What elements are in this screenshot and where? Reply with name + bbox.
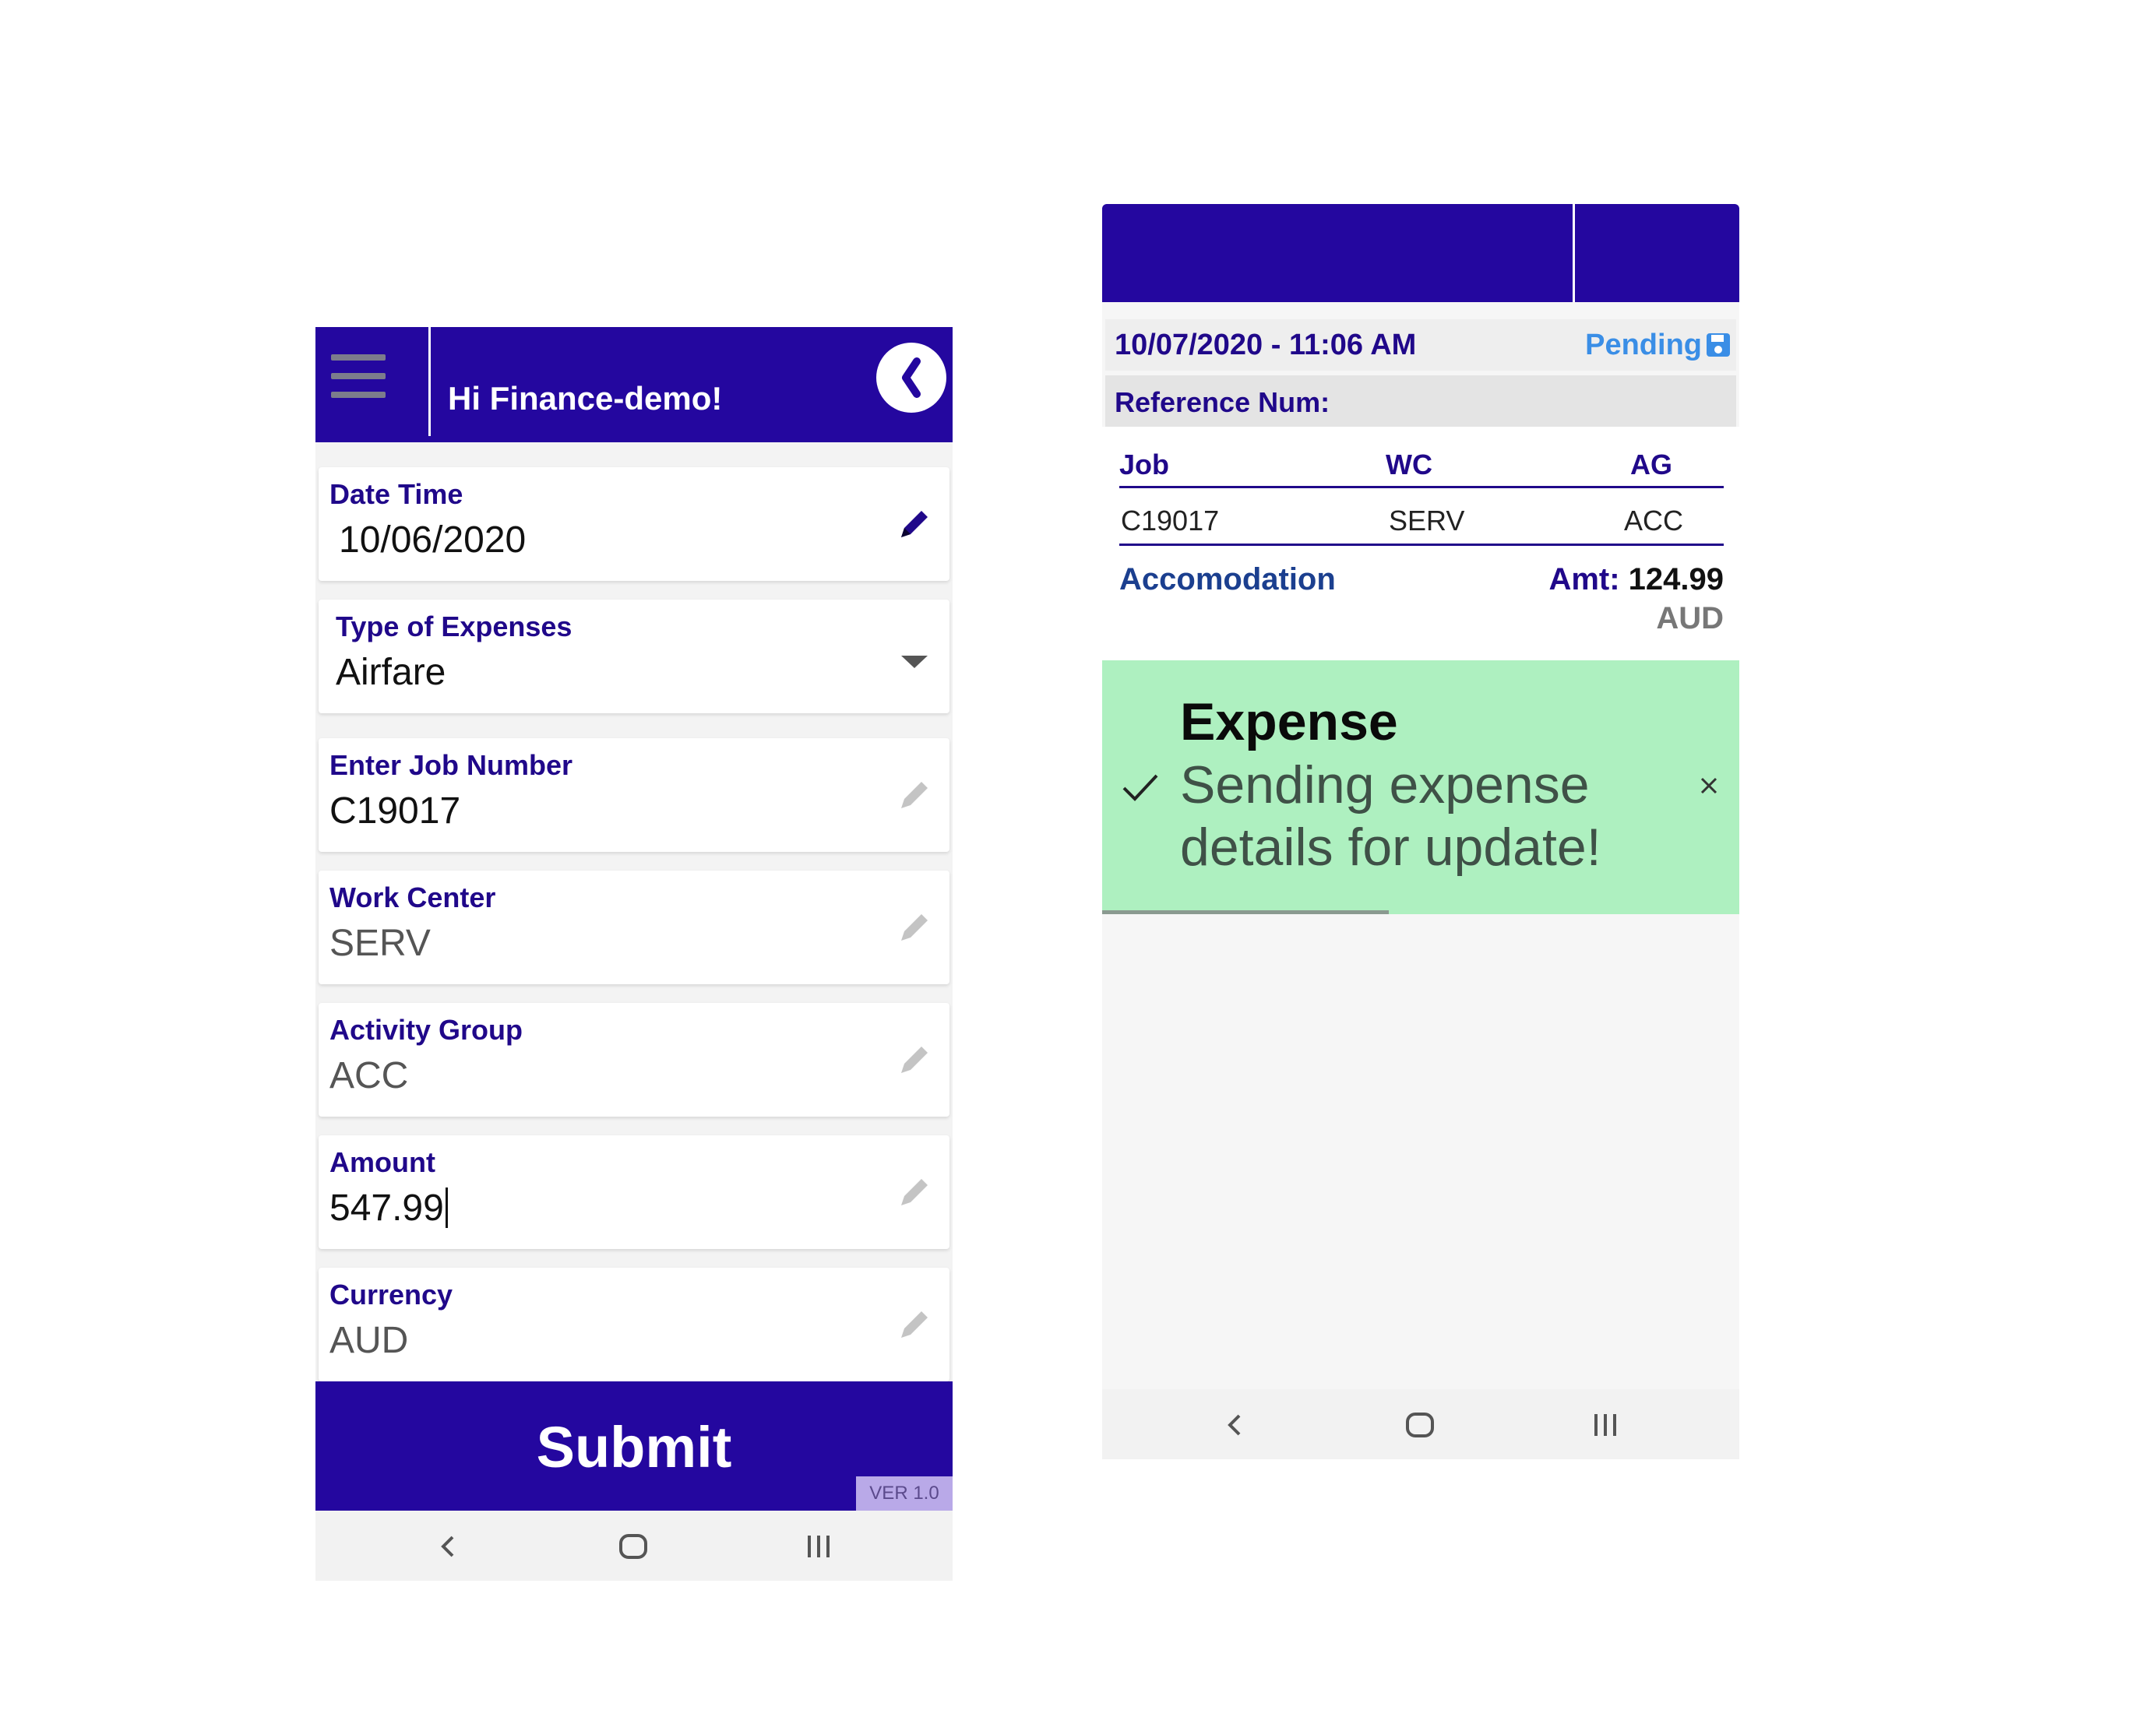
status-badge: Pending (1585, 329, 1702, 361)
header-divider (1573, 204, 1575, 302)
toast-title: Expense (1180, 692, 1398, 751)
field-label: Type of Expenses (336, 610, 572, 642)
success-toast: Expense Sending expense details for upda… (1102, 660, 1739, 914)
field-label: Activity Group (329, 1014, 523, 1046)
version-badge: VER 1.0 (856, 1476, 953, 1511)
expense-form-screen: Hi Finance-demo! Date Time 10/06/2020 Ty… (315, 327, 953, 1581)
nav-home-icon[interactable] (615, 1528, 652, 1565)
expense-datetime: 10/07/2020 - 11:06 AM (1115, 329, 1417, 361)
work-center-field[interactable]: Work Center SERV (319, 871, 949, 984)
expense-type-select[interactable]: Type of Expenses Airfare (319, 600, 949, 713)
field-label: Enter Job Number (329, 749, 573, 781)
close-icon[interactable] (1697, 774, 1721, 797)
expense-summary-row: 10/07/2020 - 11:06 AM Pending (1105, 319, 1736, 371)
app-header (1102, 204, 1739, 302)
table-header-ag: AG (1630, 449, 1672, 480)
currency-value: AUD (329, 1320, 409, 1361)
check-icon (1122, 774, 1158, 801)
table-cell-ag: ACC (1624, 505, 1684, 537)
pencil-icon[interactable] (895, 1173, 934, 1212)
work-center-value: SERV (329, 923, 431, 964)
header-divider (428, 327, 431, 436)
table-cell-wc: SERV (1389, 505, 1465, 537)
chevron-down-icon[interactable] (895, 642, 934, 681)
pencil-icon[interactable] (895, 1040, 934, 1079)
amount-display: Amt: 124.99 (1548, 562, 1724, 597)
currency-label: AUD (1656, 601, 1724, 635)
back-button[interactable] (876, 343, 946, 413)
table-header-wc: WC (1386, 449, 1432, 480)
toast-message: Sending expense details for update! (1180, 755, 1601, 877)
amount-field[interactable]: Amount 547.99 (319, 1135, 949, 1249)
date-time-field[interactable]: Date Time 10/06/2020 (319, 467, 949, 581)
expense-type-value: Airfare (336, 652, 446, 693)
table-cell-job: C19017 (1121, 505, 1220, 537)
android-nav-bar (1102, 1389, 1739, 1459)
pencil-icon[interactable] (895, 1305, 934, 1344)
amount-value: 547.99 (329, 1187, 444, 1229)
nav-recents-icon[interactable] (1587, 1406, 1624, 1444)
nav-recents-icon[interactable] (800, 1528, 837, 1565)
submit-button[interactable]: Submit VER 1.0 (315, 1381, 953, 1511)
job-number-value: C19017 (329, 790, 461, 832)
android-nav-bar (315, 1511, 953, 1581)
nav-back-icon[interactable] (429, 1528, 467, 1565)
reference-row: Reference Num: (1105, 375, 1736, 427)
empty-area (1102, 914, 1739, 1389)
table-header-job: Job (1119, 449, 1170, 480)
pencil-icon[interactable] (895, 505, 934, 544)
expense-type-label: Accomodation (1119, 562, 1336, 596)
menu-icon[interactable] (331, 354, 386, 401)
nav-back-icon[interactable] (1216, 1406, 1253, 1444)
reference-label: Reference Num: (1115, 386, 1330, 418)
field-label: Currency (329, 1279, 453, 1311)
job-number-field[interactable]: Enter Job Number C19017 (319, 738, 949, 852)
expense-detail-screen: 10/07/2020 - 11:06 AM Pending Reference … (1102, 204, 1739, 1459)
nav-home-icon[interactable] (1401, 1406, 1439, 1444)
pencil-icon[interactable] (895, 908, 934, 947)
activity-group-field[interactable]: Activity Group ACC (319, 1003, 949, 1117)
submit-label: Submit (536, 1415, 732, 1480)
date-time-value: 10/06/2020 (339, 519, 527, 561)
pencil-icon[interactable] (895, 776, 934, 815)
field-label: Date Time (329, 478, 463, 510)
field-label: Amount (329, 1146, 435, 1178)
activity-group-value: ACC (329, 1055, 409, 1096)
amount-input[interactable]: 547.99 (329, 1187, 448, 1230)
currency-field[interactable]: Currency AUD (319, 1268, 949, 1381)
field-label: Work Center (329, 881, 496, 913)
text-caret (445, 1187, 448, 1229)
table-divider (1119, 544, 1724, 546)
back-icon (902, 357, 921, 398)
greeting-title: Hi Finance-demo! (448, 380, 723, 417)
amount-label: Amt: (1548, 562, 1620, 596)
app-header: Hi Finance-demo! (315, 327, 953, 442)
save-icon[interactable] (1705, 332, 1731, 358)
amount-value: 124.99 (1628, 562, 1724, 596)
table-divider (1119, 486, 1724, 488)
